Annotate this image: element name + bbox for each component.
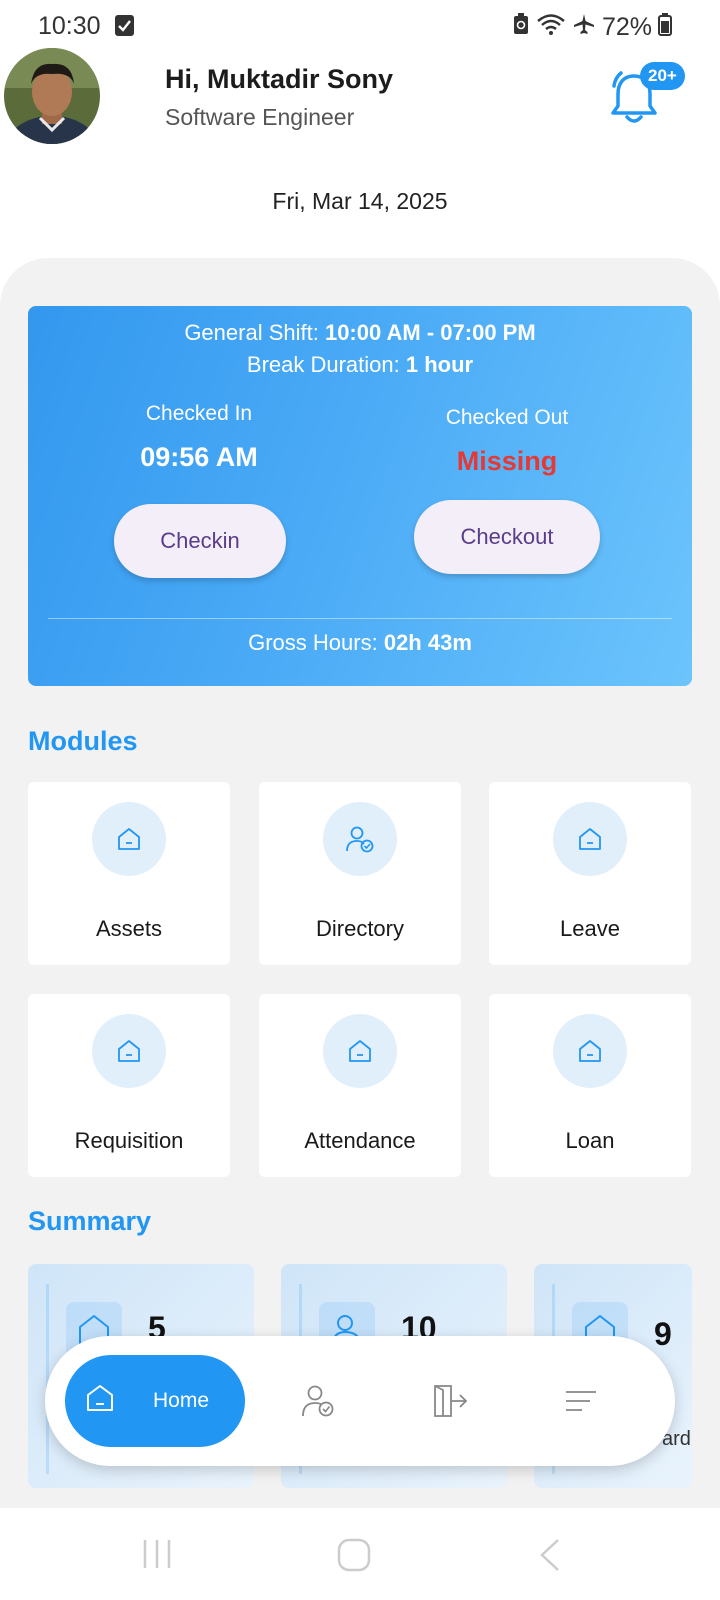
nav-menu-button[interactable]	[556, 1376, 606, 1426]
battery-percent: 72%	[601, 13, 652, 41]
checked-in-time: 09:56 AM	[140, 442, 258, 472]
card-divider	[48, 618, 672, 619]
nav-logout-button[interactable]	[425, 1376, 475, 1426]
status-time: 10:30	[38, 12, 101, 40]
break-label: Break Duration:	[246, 352, 400, 377]
checked-out-status: Missing	[456, 446, 558, 476]
battery-saver-icon	[512, 12, 530, 43]
module-label: Requisition	[74, 1128, 184, 1153]
gross-hours-value: 02h 43m	[383, 630, 472, 655]
profile-header: Hi, Muktadir Sony Software Engineer 20+	[0, 48, 720, 148]
shift-label: General Shift:	[184, 320, 319, 345]
nav-profile-button[interactable]	[293, 1376, 343, 1426]
home-icon	[323, 1014, 397, 1088]
checked-out-block: Checked Out Missing	[387, 406, 627, 477]
modules-title: Modules	[28, 726, 138, 756]
checked-out-label: Checked Out	[445, 406, 569, 429]
battery-icon	[658, 12, 672, 43]
gross-hours-label: Gross Hours:	[248, 630, 378, 655]
shift-line: General Shift: 10:00 AM - 07:00 PM	[28, 320, 692, 346]
job-title: Software Engineer	[165, 104, 355, 130]
checked-in-label: Checked In	[145, 402, 253, 425]
user-check-icon	[323, 802, 397, 876]
airplane-icon	[572, 12, 596, 43]
checkout-button[interactable]: Checkout	[414, 500, 600, 574]
system-nav-bar	[0, 1508, 720, 1600]
module-label: Leave	[560, 916, 620, 941]
nav-home-button[interactable]: Home	[65, 1355, 245, 1447]
checkin-button[interactable]: Checkin	[114, 504, 286, 578]
module-requisition[interactable]: Requisition	[28, 994, 230, 1177]
home-icon	[92, 1014, 166, 1088]
attendance-card: General Shift: 10:00 AM - 07:00 PM Break…	[28, 306, 692, 686]
notification-badge: 20+	[640, 62, 685, 90]
summary-value: 9	[654, 1316, 672, 1352]
home-icon	[553, 1014, 627, 1088]
status-bar: 10:30 72%	[0, 0, 720, 52]
wifi-icon	[536, 12, 566, 43]
home-icon	[553, 802, 627, 876]
gross-hours-line: Gross Hours: 02h 43m	[28, 630, 692, 656]
avatar[interactable]	[4, 48, 100, 144]
nav-home-label: Home	[153, 1389, 210, 1412]
current-date: Fri, Mar 14, 2025	[272, 188, 448, 214]
break-value: 1 hour	[405, 352, 474, 377]
module-label: Assets	[95, 916, 163, 941]
module-leave[interactable]: Leave	[489, 782, 691, 965]
checkbox-notification-icon	[115, 15, 134, 36]
module-label: Attendance	[304, 1128, 416, 1153]
module-directory[interactable]: Directory	[259, 782, 461, 965]
recent-apps-icon[interactable]	[141, 1538, 173, 1575]
status-icons: 72%	[512, 12, 672, 43]
module-label: Loan	[565, 1128, 615, 1153]
module-assets[interactable]: Assets	[28, 782, 230, 965]
shift-time: 10:00 AM - 07:00 PM	[324, 320, 536, 345]
module-loan[interactable]: Loan	[489, 994, 691, 1177]
home-icon	[92, 802, 166, 876]
checked-in-block: Checked In 09:56 AM	[79, 402, 319, 473]
bottom-nav: Home	[45, 1336, 675, 1466]
greeting-text: Hi, Muktadir Sony	[165, 64, 394, 94]
module-label: Directory	[315, 916, 404, 941]
home-system-icon[interactable]	[337, 1538, 371, 1577]
module-attendance[interactable]: Attendance	[259, 994, 461, 1177]
summary-title: Summary	[28, 1206, 152, 1236]
break-line: Break Duration: 1 hour	[28, 352, 692, 378]
home-icon	[85, 1383, 115, 1419]
back-icon[interactable]	[538, 1538, 562, 1577]
